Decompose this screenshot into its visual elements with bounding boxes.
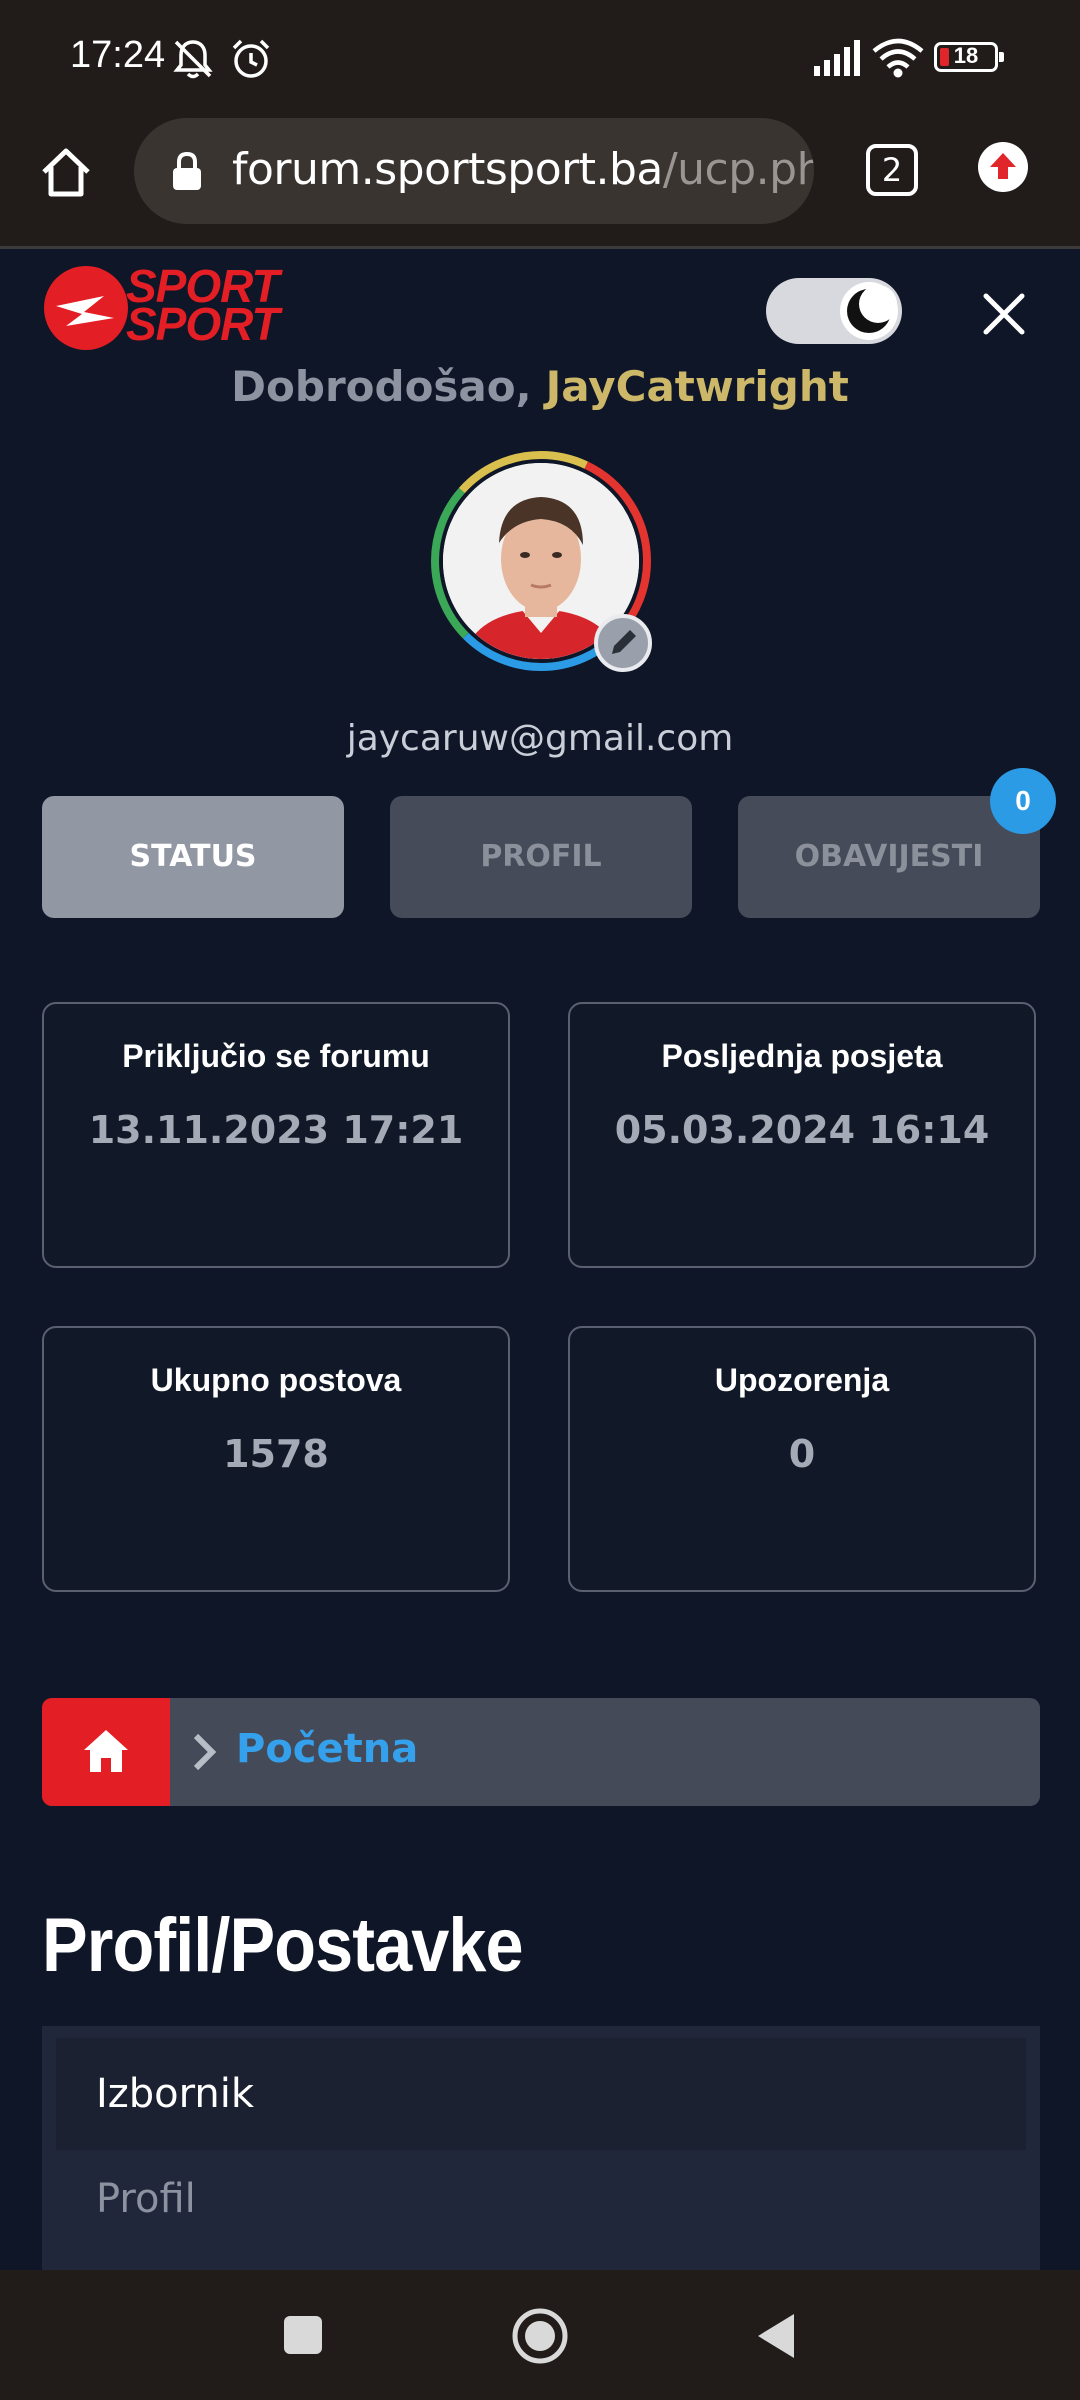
url-path: /ucp.php [662, 144, 814, 195]
status-time: 17:24 [70, 34, 166, 76]
stat-label: Upozorenja [714, 1362, 890, 1398]
breadcrumb-home-button[interactable] [42, 1698, 170, 1806]
stat-label: Priključio se forumu [122, 1038, 430, 1074]
home-icon [84, 1730, 128, 1772]
menu-item-profil[interactable]: Profil [96, 2176, 196, 2222]
edit-avatar-button[interactable] [594, 614, 652, 672]
tab-count: 2 [881, 151, 903, 189]
page-title: Profil/Postavke [42, 1903, 524, 1988]
stat-card-joined: Priključio se forumu 13.11.2023 17:21 [42, 1002, 510, 1268]
home-icon[interactable] [36, 142, 96, 202]
avatar-container [426, 446, 656, 676]
recents-icon[interactable] [282, 2314, 324, 2361]
breadcrumb: Početna [42, 1698, 1040, 1806]
moon-icon [840, 282, 898, 340]
stat-label: Ukupno postova [150, 1362, 402, 1398]
chevron-right-icon [190, 1732, 218, 1777]
logo-text-bottom: SPORT [126, 298, 280, 350]
stat-card-last-visit: Posljednja posjeta 05.03.2024 16:14 [568, 1002, 1036, 1268]
stat-value: 0 [788, 1432, 816, 1476]
breadcrumb-link-pocetna[interactable]: Početna [236, 1726, 418, 1772]
url-host: forum.sportsport.ba [232, 144, 663, 195]
notifications-off-icon [170, 36, 216, 87]
sportsport-logo[interactable]: SPORT SPORT [44, 262, 314, 358]
user-email: jaycaruw@gmail.com [346, 718, 734, 759]
home-nav-icon[interactable] [510, 2306, 570, 2371]
url-text: forum.sportsport.ba/ucp.php [232, 144, 814, 195]
wifi-icon [872, 38, 924, 83]
update-icon[interactable] [978, 142, 1028, 192]
logo-star-icon [44, 266, 128, 350]
stat-value: 05.03.2024 16:14 [614, 1108, 990, 1152]
android-nav-bar [0, 2270, 1080, 2400]
welcome-line: Dobrodošao, JayCatwright [0, 362, 1080, 411]
tabs-icon[interactable]: 2 [866, 144, 918, 196]
pencil-icon [612, 630, 636, 654]
stat-value: 13.11.2023 17:21 [88, 1108, 464, 1152]
stat-card-total-posts: Ukupno postova 1578 [42, 1326, 510, 1592]
address-bar[interactable]: forum.sportsport.ba/ucp.php [134, 118, 814, 224]
back-icon[interactable] [754, 2312, 798, 2365]
tab-profil[interactable]: PROFIL [390, 796, 692, 918]
lock-icon [170, 150, 204, 197]
username[interactable]: JayCatwright [546, 362, 849, 411]
welcome-greeting: Dobrodošao, [231, 362, 532, 411]
battery-icon: 18 [934, 42, 1004, 72]
status-bar: 17:24 18 [0, 0, 1080, 118]
signal-icon [812, 40, 862, 81]
tab-status[interactable]: STATUS [42, 796, 344, 918]
close-icon[interactable] [980, 290, 1028, 338]
stat-label: Posljednja posjeta [661, 1038, 943, 1074]
dark-mode-toggle[interactable] [766, 278, 902, 344]
menu-title: Izbornik [56, 2038, 1026, 2150]
battery-level: 18 [953, 43, 979, 68]
notification-count-badge: 0 [990, 768, 1056, 834]
settings-menu: Izbornik Profil [42, 2026, 1040, 2272]
stat-card-warnings: Upozorenja 0 [568, 1326, 1036, 1592]
stat-value: 1578 [223, 1432, 329, 1476]
browser-toolbar: forum.sportsport.ba/ucp.php 2 [0, 118, 1080, 249]
alarm-icon [228, 36, 274, 87]
